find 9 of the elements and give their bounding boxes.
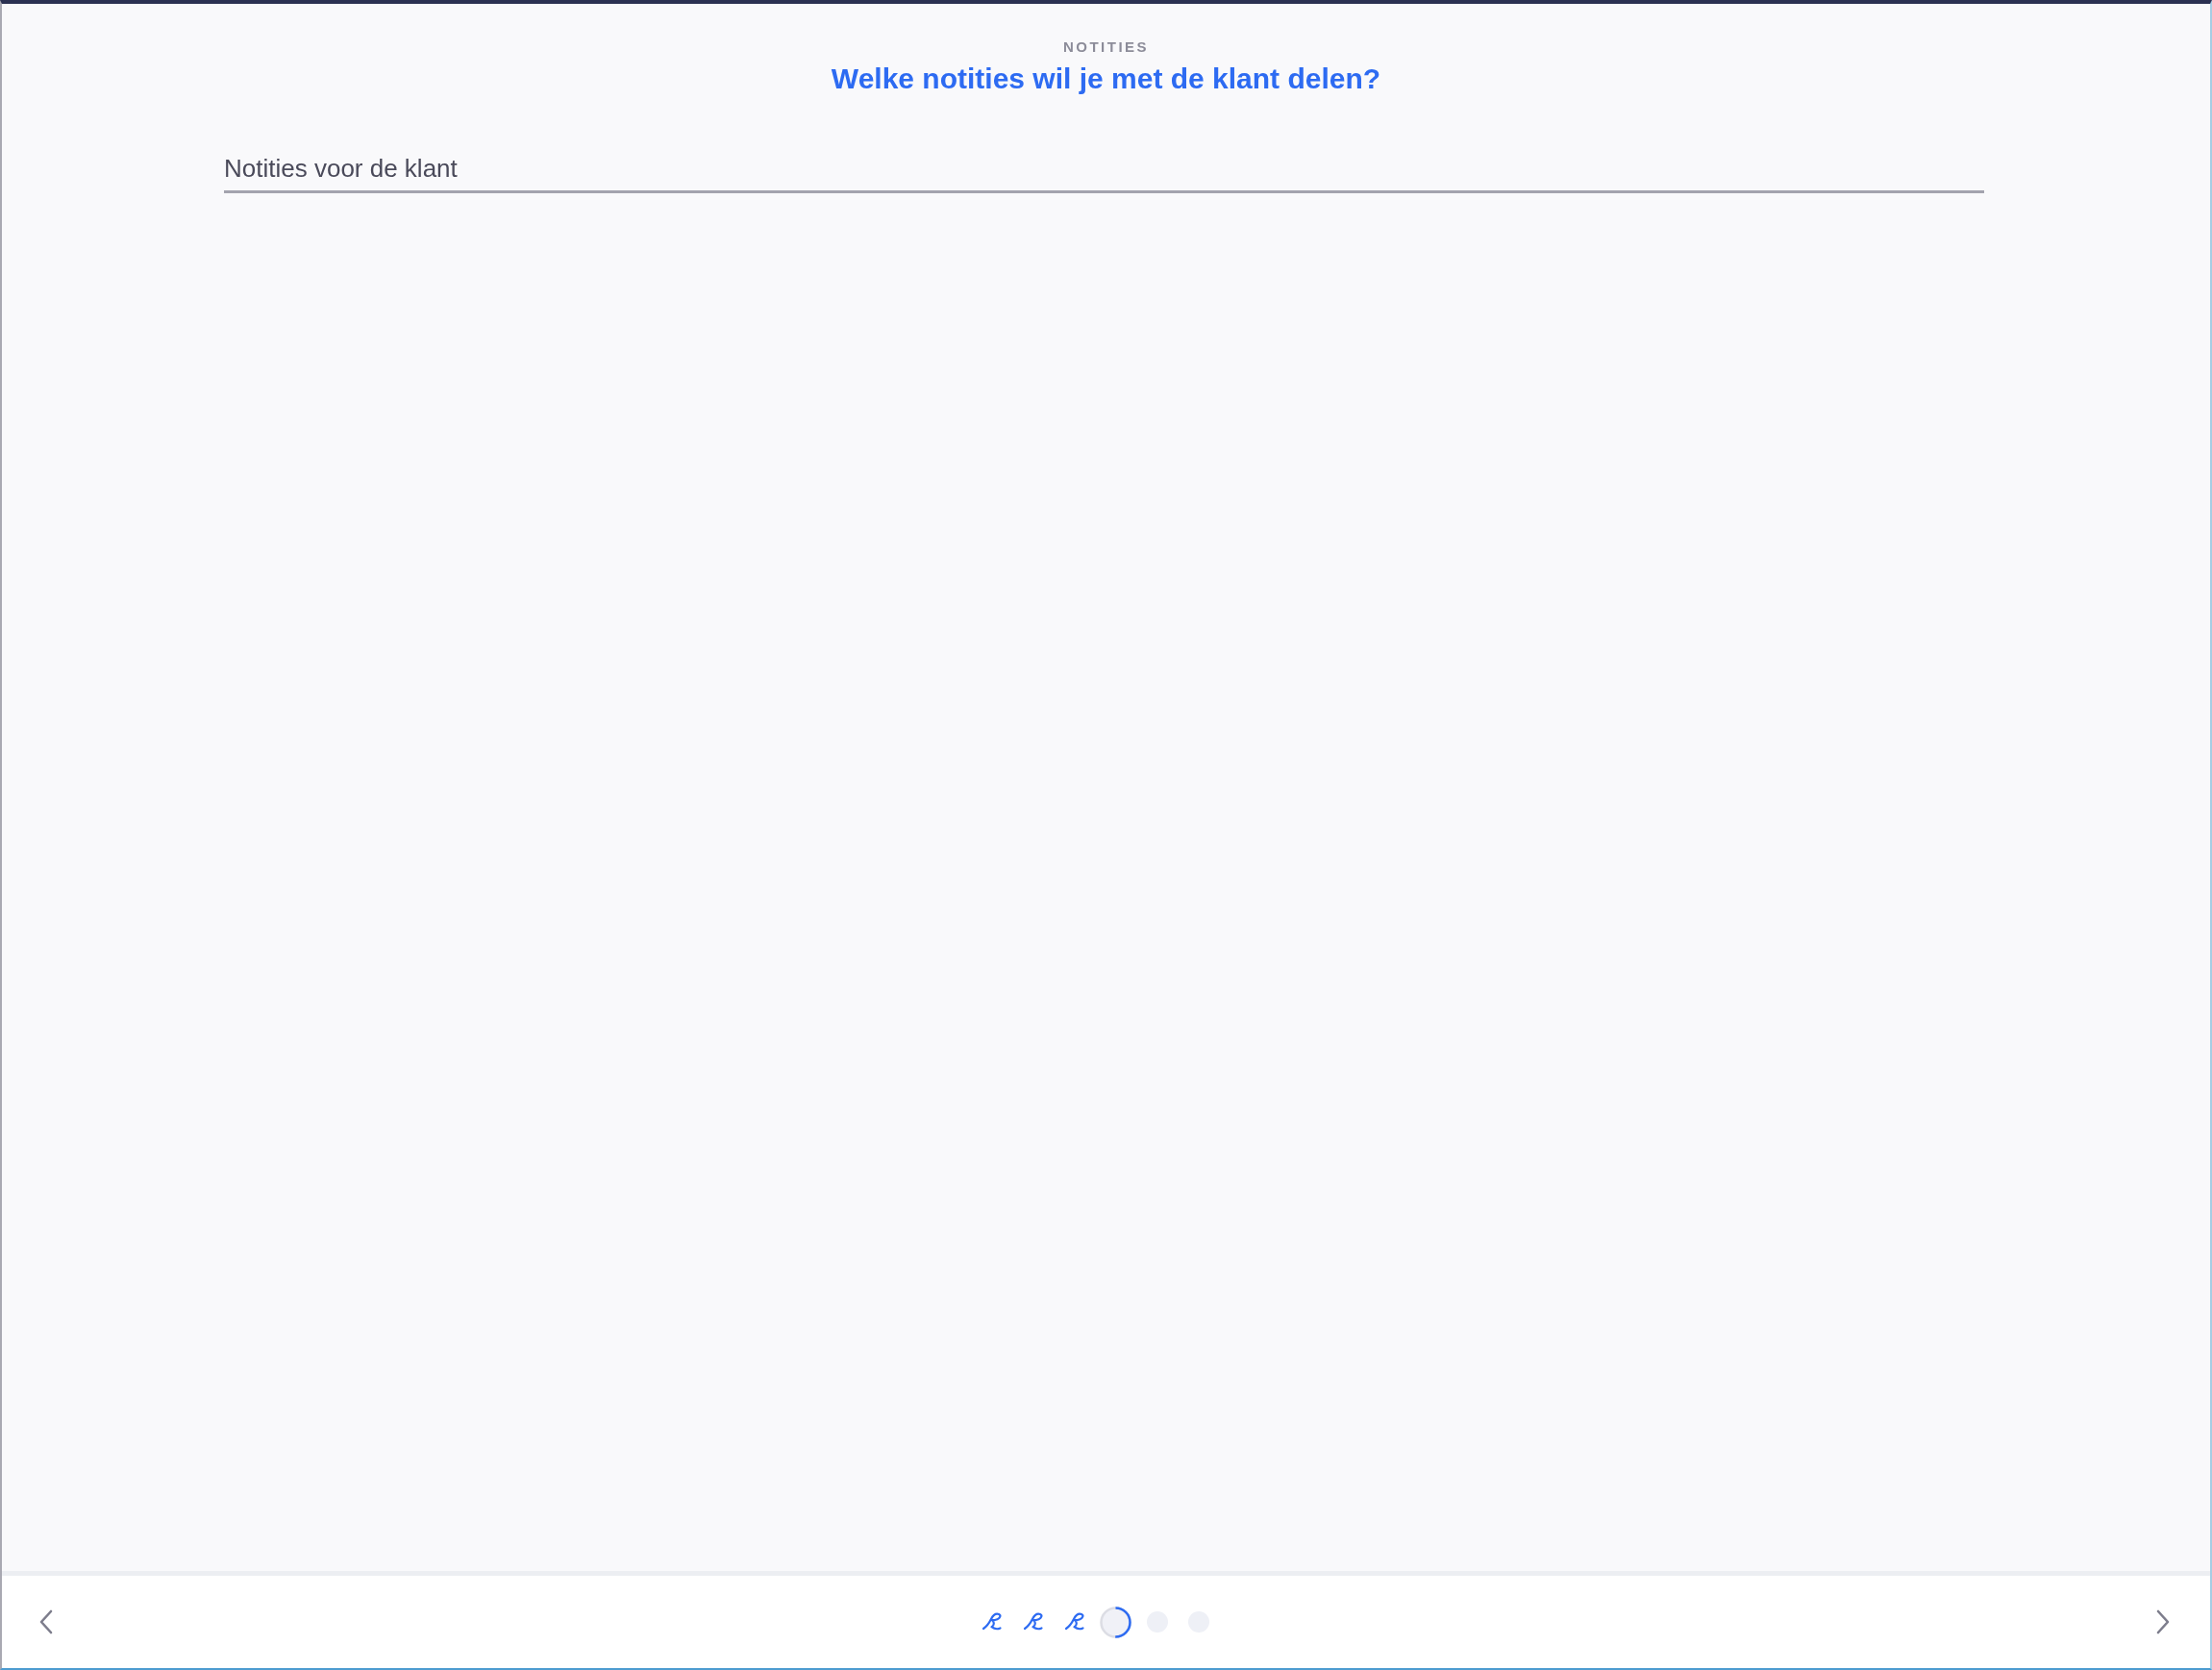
page-title: Welke notities wil je met de klant delen? [831, 62, 1381, 96]
signature-icon [981, 1611, 1003, 1633]
signature-icon [1022, 1611, 1044, 1633]
signature-icon [1063, 1611, 1085, 1633]
chevron-left-icon [38, 1609, 54, 1634]
chevron-right-icon [2155, 1609, 2171, 1634]
section-label: NOTITIES [1062, 38, 1150, 56]
progress-ring-icon [1100, 1606, 1131, 1638]
notes-field[interactable]: Notities voor de klant [224, 147, 1984, 193]
